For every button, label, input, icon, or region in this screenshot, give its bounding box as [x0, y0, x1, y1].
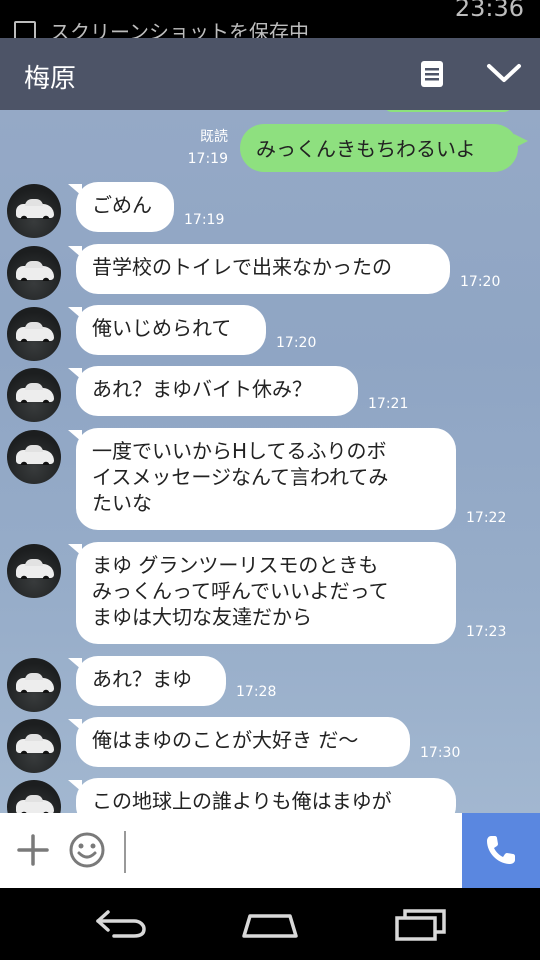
message-bubble[interactable]: 昔学校のトイレで出来なかったの	[68, 244, 450, 294]
chat-header: 梅原	[0, 38, 540, 110]
notification-text: スクリーンショットを保存中	[50, 20, 309, 38]
message-time: 17:23	[466, 624, 507, 640]
emoji-icon[interactable]	[68, 831, 106, 869]
message-bubble[interactable]: まゆ グランツーリスモのときも みっくんって呼んでいいよだって まゆは大切な友達…	[68, 542, 456, 644]
avatar[interactable]	[7, 307, 61, 361]
message-time: 17:20	[460, 274, 501, 290]
status-clock: 23:36	[454, 0, 524, 22]
back-icon[interactable]	[92, 908, 148, 940]
call-button[interactable]	[462, 813, 540, 888]
plus-icon[interactable]	[16, 833, 50, 867]
message-bubble[interactable]: あれ？まゆ	[68, 656, 226, 706]
avatar[interactable]	[7, 430, 61, 484]
read-receipt: 既読	[200, 129, 228, 145]
car-image	[16, 322, 54, 342]
car-image	[16, 383, 54, 403]
car-image	[16, 673, 54, 693]
car-image	[16, 559, 54, 579]
status-bar: スクリーンショットを保存中 23:36	[0, 0, 540, 38]
avatar[interactable]	[7, 780, 61, 813]
avatar[interactable]	[7, 658, 61, 712]
screenshot-icon	[14, 20, 36, 38]
message-time: 17:19	[187, 151, 228, 167]
message-bubble[interactable]: あれ？まゆバイト休み？	[68, 366, 358, 416]
message-bubble[interactable]: ごめん	[68, 182, 174, 232]
avatar[interactable]	[7, 184, 61, 238]
message-input-bar	[0, 813, 540, 888]
car-image	[16, 795, 54, 813]
outgoing-bubble[interactable]: みっくんきもちわるいよ	[240, 124, 528, 172]
recent-apps-icon[interactable]	[394, 906, 448, 942]
message-bubble[interactable]: この地球上の誰よりも俺はまゆが	[68, 778, 456, 813]
chevron-down-icon[interactable]	[486, 62, 522, 84]
phone-icon	[487, 836, 515, 864]
car-image	[16, 734, 54, 754]
chat-area[interactable]: 既読 17:19 みっくんきもちわるいよ ごめん 17:19 昔学校のトイレで出…	[0, 110, 540, 813]
message-input[interactable]	[124, 831, 468, 873]
message-time: 17:28	[236, 684, 277, 700]
message-time: 17:19	[184, 212, 225, 228]
avatar[interactable]	[7, 368, 61, 422]
car-image	[16, 261, 54, 281]
outgoing-meta: 既読 17:19	[188, 126, 228, 170]
system-navigation-bar	[0, 888, 540, 960]
avatar[interactable]	[7, 544, 61, 598]
avatar[interactable]	[7, 719, 61, 773]
car-image	[16, 445, 54, 465]
home-icon[interactable]	[240, 910, 300, 938]
message-time: 17:21	[368, 396, 409, 412]
screenshot-notification: スクリーンショットを保存中	[14, 16, 309, 38]
message-bubble[interactable]: 俺はまゆのことが大好き だ〜	[68, 717, 410, 767]
message-time: 17:22	[466, 510, 507, 526]
message-time: 17:30	[420, 745, 461, 761]
notes-icon[interactable]	[420, 60, 444, 88]
car-image	[16, 199, 54, 219]
message-bubble[interactable]: 一度でいいからHしてるふりのボ イスメッセージなんて言われてみ たいな	[68, 428, 456, 530]
message-time: 17:20	[276, 335, 317, 351]
message-bubble[interactable]: 俺いじめられて	[68, 305, 266, 355]
avatar[interactable]	[7, 246, 61, 300]
contact-name: 梅原	[24, 64, 77, 94]
previous-outgoing-bubble	[384, 110, 512, 112]
